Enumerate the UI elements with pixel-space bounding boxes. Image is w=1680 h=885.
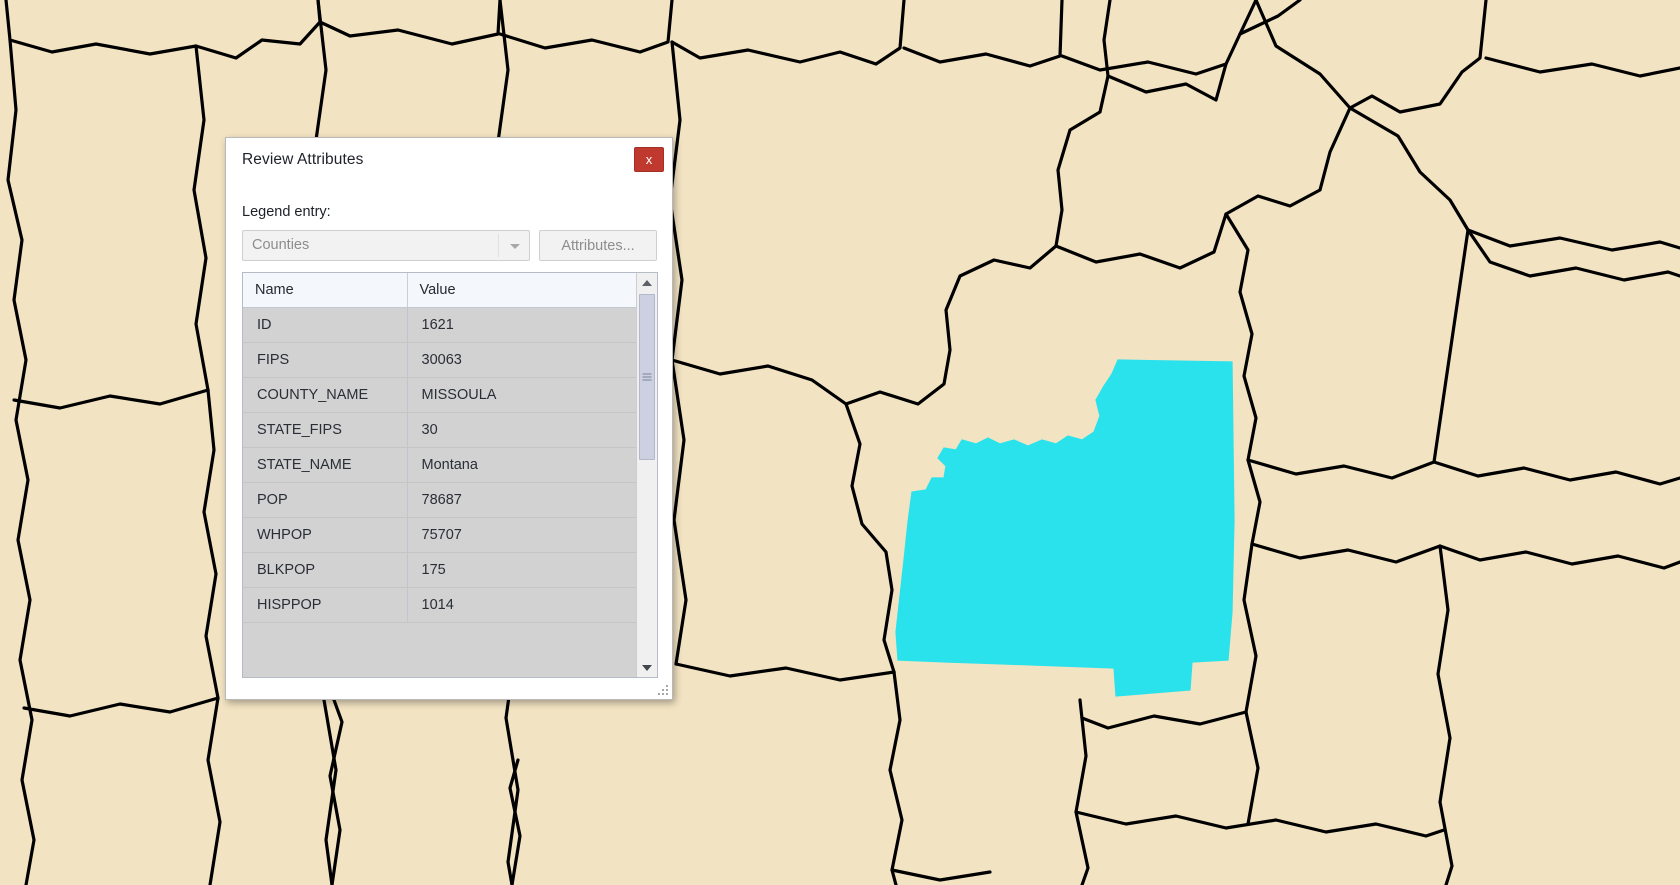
gis-map-application: Review Attributes x Legend entry: Counti… [0, 0, 1680, 885]
attribute-grid-viewport: Name Value ID 1621 FIPS 30063 COUNTY_NAME MIS… [243, 273, 636, 677]
cell-value: 1014 [407, 587, 636, 623]
scrollbar-thumb[interactable] [639, 294, 655, 460]
chevron-down-icon [510, 244, 520, 249]
cell-value: Montana [407, 447, 636, 483]
cell-name: FIPS [243, 342, 408, 378]
dialog-resize-grip[interactable] [655, 682, 668, 695]
table-row[interactable]: STATE_NAME Montana [243, 447, 636, 483]
cell-value: MISSOULA [407, 377, 636, 413]
table-vertical-scrollbar[interactable] [636, 273, 657, 677]
dropdown-separator [498, 234, 499, 257]
legend-entry-label: Legend entry: [242, 204, 331, 220]
cell-name: STATE_FIPS [243, 412, 408, 448]
attribute-table: Name Value ID 1621 FIPS 30063 COUNTY_NAME MIS… [243, 273, 636, 623]
table-header-row: Name Value [243, 273, 636, 308]
cell-name: ID [243, 307, 408, 343]
table-row[interactable]: STATE_FIPS 30 [243, 412, 636, 448]
table-row[interactable]: ID 1621 [243, 307, 636, 343]
dialog-title: Review Attributes [242, 151, 364, 168]
cell-name: HISPPOP [243, 587, 408, 623]
chevron-down-scroll-icon [642, 664, 652, 671]
attributes-button[interactable]: Attributes... [539, 230, 657, 261]
dialog-body: Legend entry: Counties Attributes... Nam… [226, 184, 672, 699]
column-header-value[interactable]: Value [407, 273, 636, 308]
cell-value: 175 [407, 552, 636, 588]
table-row[interactable]: BLKPOP 175 [243, 552, 636, 588]
cell-value: 30063 [407, 342, 636, 378]
table-row[interactable]: HISPPOP 1014 [243, 587, 636, 623]
cell-name: POP [243, 482, 408, 518]
cell-name: WHPOP [243, 517, 408, 553]
cell-value: 78687 [407, 482, 636, 518]
table-row[interactable]: WHPOP 75707 [243, 517, 636, 553]
review-attributes-dialog: Review Attributes x Legend entry: Counti… [225, 137, 673, 700]
cell-name: STATE_NAME [243, 447, 408, 483]
legend-entry-value: Counties [252, 237, 310, 253]
legend-entry-dropdown[interactable]: Counties [242, 230, 530, 261]
table-row[interactable]: COUNTY_NAME MISSOULA [243, 377, 636, 413]
table-row[interactable]: FIPS 30063 [243, 342, 636, 378]
scroll-down-button[interactable] [637, 658, 657, 677]
cell-name: COUNTY_NAME [243, 377, 408, 413]
cell-value: 1621 [407, 307, 636, 343]
dialog-titlebar[interactable]: Review Attributes x [226, 138, 672, 184]
attribute-grid: Name Value ID 1621 FIPS 30063 COUNTY_NAME MIS… [242, 272, 658, 678]
attribute-table-body: ID 1621 FIPS 30063 COUNTY_NAME MISSOULA STATE_… [243, 307, 636, 623]
scrollbar-grip-icon [642, 373, 652, 381]
cell-value: 30 [407, 412, 636, 448]
legend-entry-row: Counties Attributes... [242, 230, 657, 261]
cell-name: BLKPOP [243, 552, 408, 588]
table-row[interactable]: POP 78687 [243, 482, 636, 518]
cell-value: 75707 [407, 517, 636, 553]
scroll-up-button[interactable] [637, 273, 657, 292]
close-button[interactable]: x [634, 147, 664, 172]
column-header-name[interactable]: Name [243, 273, 408, 308]
chevron-up-icon [642, 279, 652, 286]
